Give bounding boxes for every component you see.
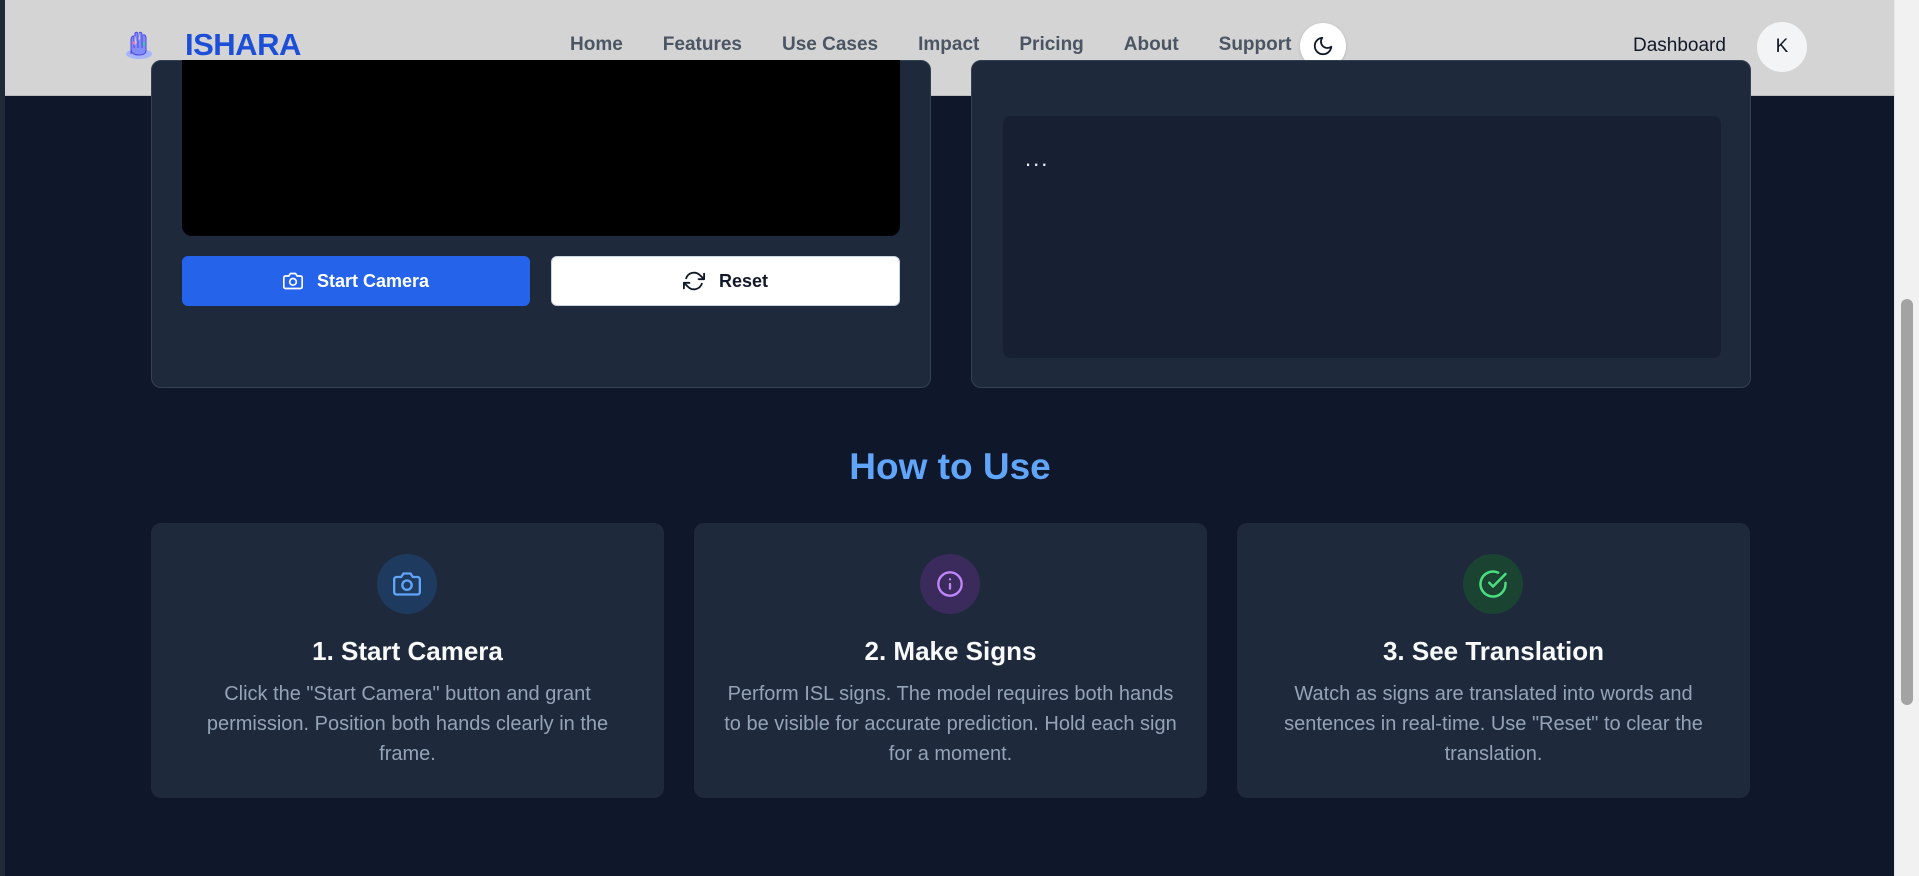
translation-text: ... [1025, 146, 1050, 171]
check-circle-icon [1463, 554, 1523, 614]
step-description: Watch as signs are translated into words… [1284, 683, 1703, 765]
step-card-make-signs: 2. Make Signs Perform ISL signs. The mod… [694, 523, 1207, 798]
step-title: 3. See Translation [1382, 636, 1605, 666]
reset-label: Reset [718, 270, 769, 291]
step-title: 2. Make Signs [864, 636, 1037, 666]
step-card-start-camera: 1. Start Camera Click the "Start Camera"… [151, 523, 664, 798]
nav-link-use-cases[interactable]: Use Cases [782, 34, 878, 56]
step-description: Click the "Start Camera" button and gran… [206, 683, 609, 765]
camera-video [182, 60, 900, 236]
window-edge [0, 0, 5, 876]
step-description: Perform ISL signs. The model requires bo… [724, 683, 1177, 765]
start-camera-label: Start Camera [316, 270, 430, 291]
scrollbar-track[interactable] [1894, 0, 1919, 876]
brand-name[interactable]: ISHARA [185, 27, 301, 63]
nav-link-support[interactable]: Support [1219, 34, 1292, 56]
step-title: 1. Start Camera [312, 636, 503, 666]
nav-link-about[interactable]: About [1124, 34, 1179, 56]
camera-icon [282, 272, 303, 290]
avatar[interactable]: K [1757, 22, 1807, 72]
nav-link-home[interactable]: Home [570, 34, 623, 56]
translation-output: ... [1003, 116, 1721, 358]
nav-links: Home Features Use Cases Impact Pricing A… [570, 34, 1331, 56]
logo-icon[interactable] [122, 28, 156, 62]
start-camera-button[interactable]: Start Camera [182, 256, 530, 306]
dashboard-link[interactable]: Dashboard [1633, 35, 1726, 57]
info-icon [920, 554, 980, 614]
camera-icon [377, 554, 437, 614]
reset-button[interactable]: Reset [551, 256, 900, 306]
nav-link-features[interactable]: Features [663, 34, 742, 56]
scrollbar-thumb[interactable] [1901, 299, 1913, 705]
step-card-see-translation: 3. See Translation Watch as signs are tr… [1237, 523, 1750, 798]
nav-link-impact[interactable]: Impact [918, 34, 979, 56]
refresh-icon [682, 271, 705, 291]
nav-link-pricing[interactable]: Pricing [1019, 34, 1083, 56]
moon-icon [1313, 36, 1333, 56]
how-to-use-title: How to Use [849, 446, 1051, 487]
